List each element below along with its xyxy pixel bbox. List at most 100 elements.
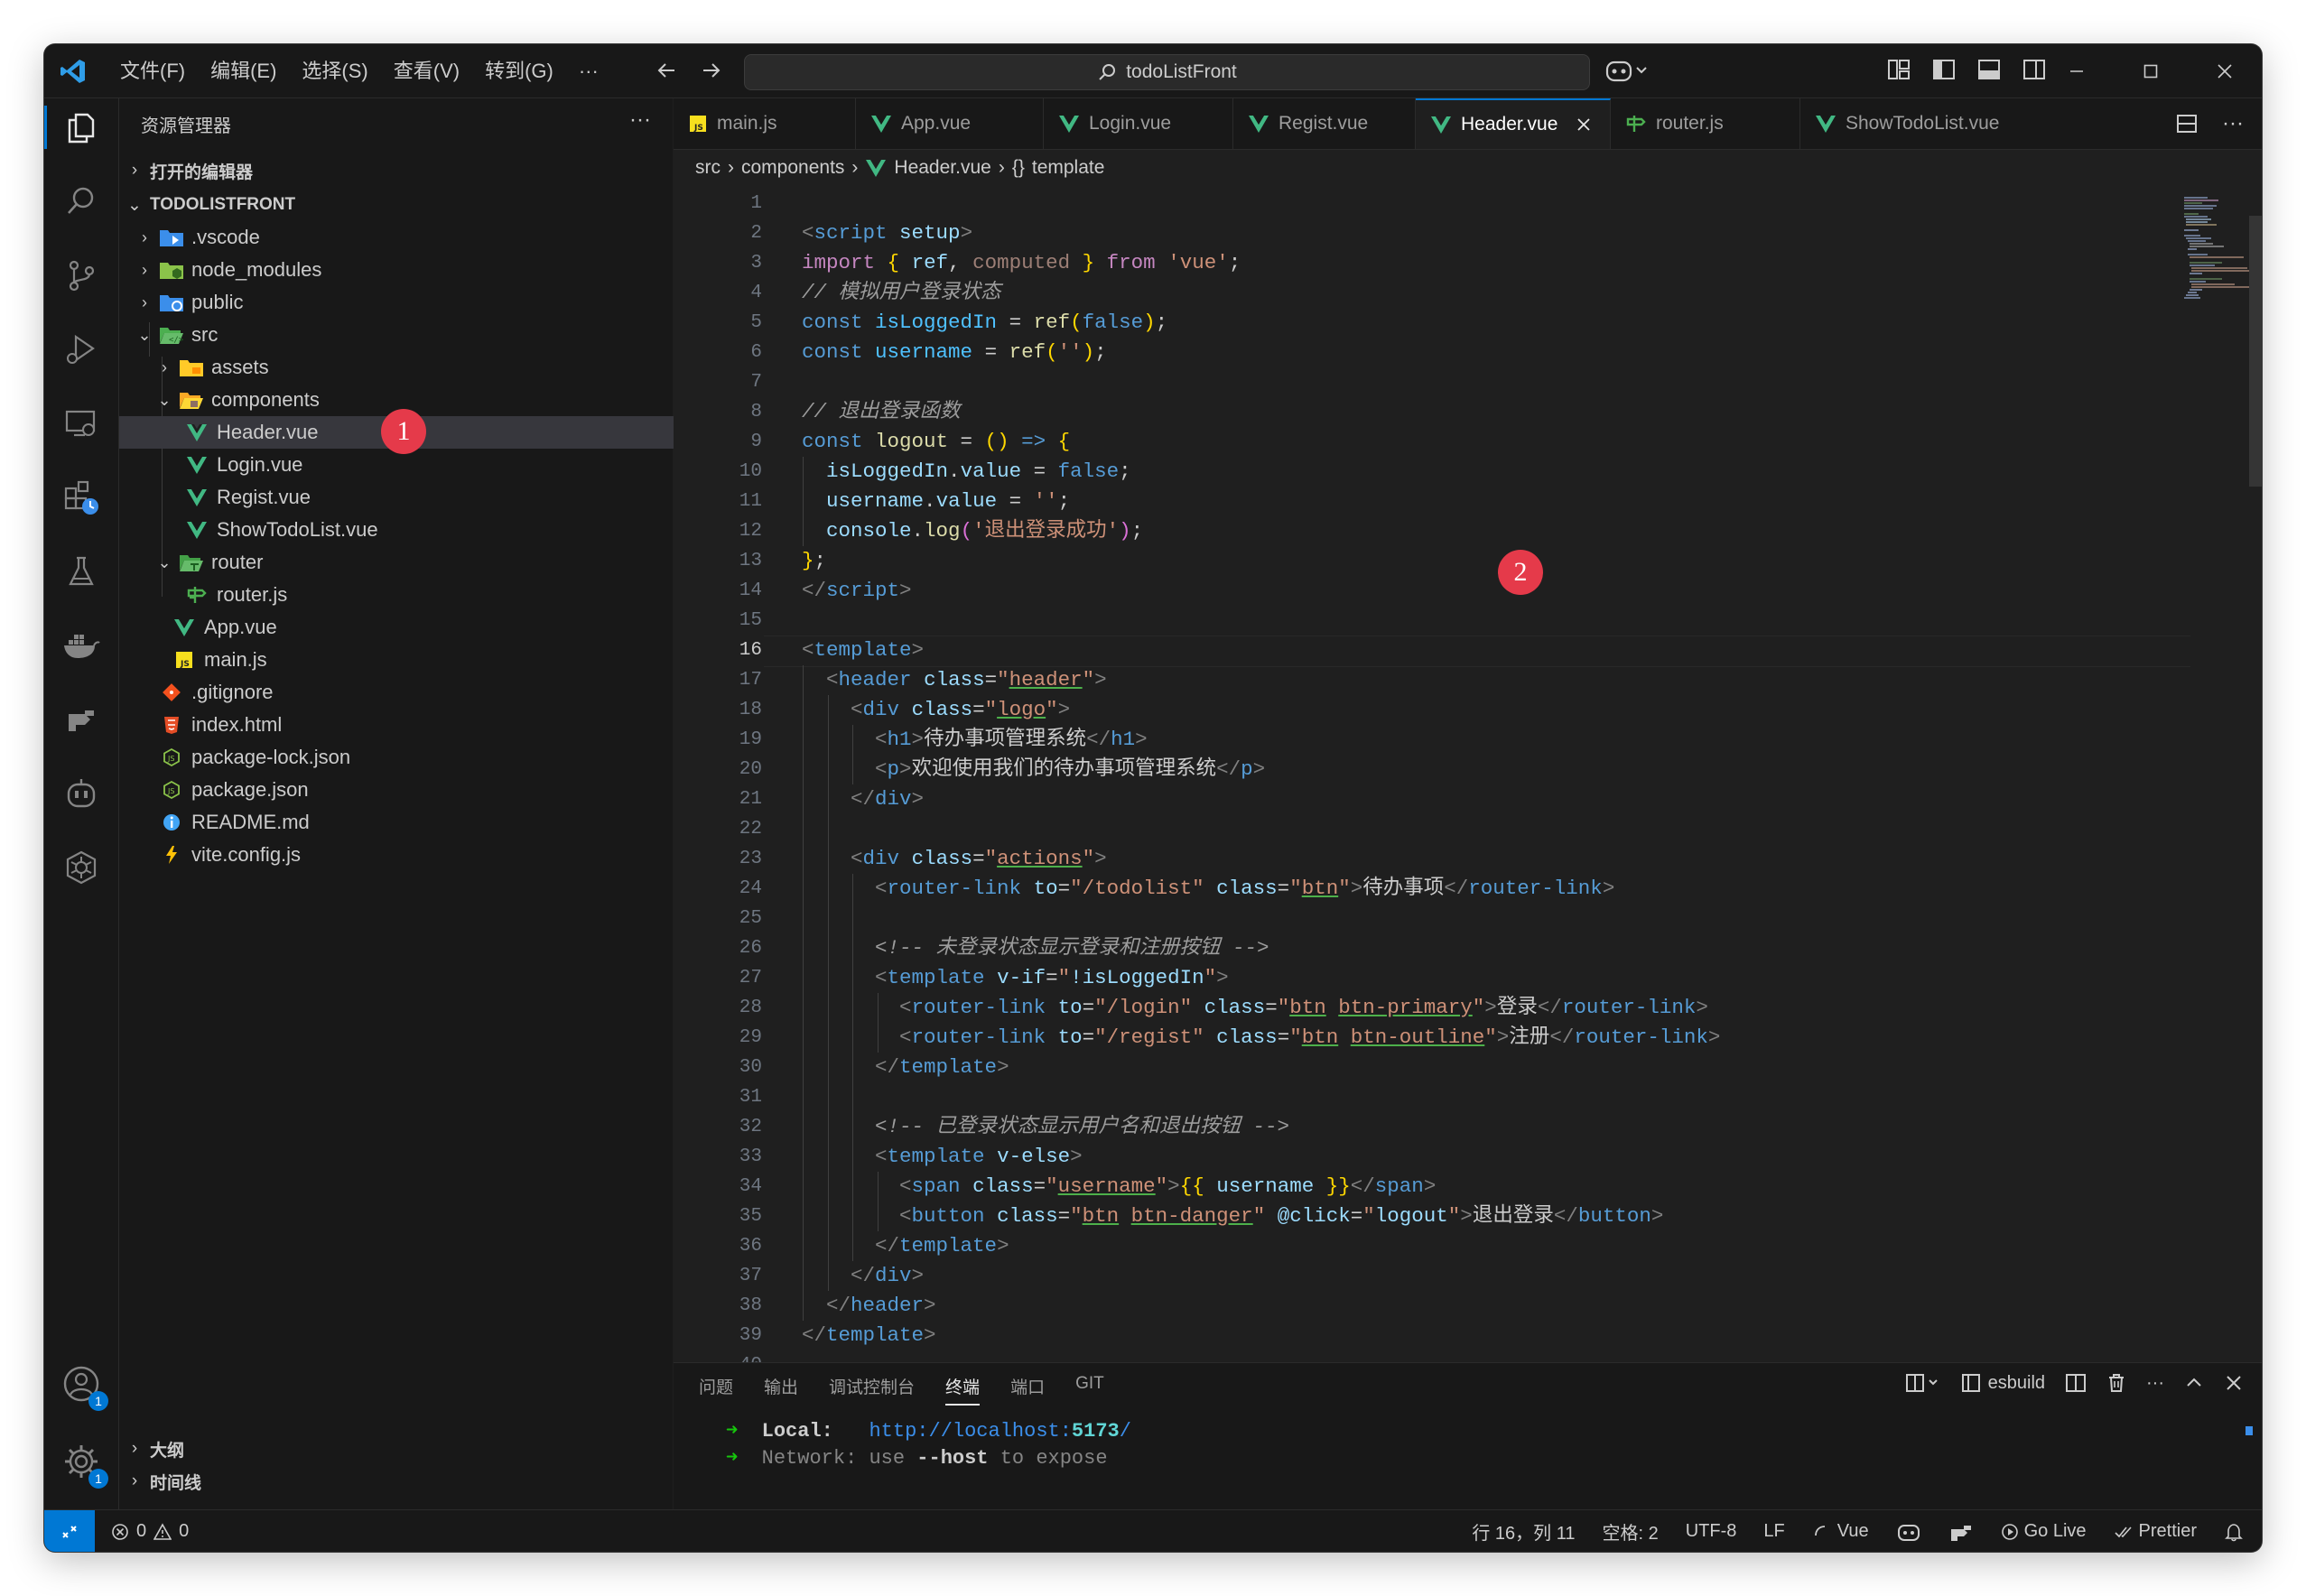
tree-item-gitignore[interactable]: .gitignore	[119, 676, 712, 709]
tree-item-main-js[interactable]: JS main.js	[119, 644, 725, 676]
line-number: 4	[750, 283, 762, 303]
window-title: todoListFront	[1126, 61, 1237, 82]
language-mode[interactable]: Vue	[1812, 1521, 1869, 1542]
tree-item-package-lock-json[interactable]: JS package-lock.json	[119, 741, 712, 774]
split-terminal-icon[interactable]	[2065, 1372, 2087, 1394]
open-editors-section[interactable]: › 打开的编辑器	[119, 154, 673, 187]
tree-item-router-js[interactable]: router.js	[119, 579, 738, 611]
tree-item-assets[interactable]: › assets	[119, 351, 709, 384]
breadcrumb-src[interactable]: src	[695, 157, 721, 179]
sidebar-more-icon[interactable]: ···	[629, 107, 651, 133]
tree-item-login-vue[interactable]: Login.vue	[119, 449, 738, 481]
remote-indicator[interactable]	[44, 1510, 95, 1552]
tree-item-vite-config-js[interactable]: vite.config.js	[119, 839, 712, 871]
run-debug-button[interactable]	[60, 328, 103, 371]
chevron-down-icon: ⌄	[157, 552, 172, 571]
live-share-icon[interactable]	[1948, 1521, 1974, 1543]
tree-item-app-vue[interactable]: App.vue	[119, 611, 725, 644]
minimap[interactable]	[2171, 189, 2262, 459]
split-editor-icon[interactable]	[2175, 112, 2199, 135]
testing-button[interactable]	[60, 550, 103, 593]
panel-tab-ports[interactable]: 端口	[1010, 1374, 1045, 1406]
indentation[interactable]: 空格: 2	[1602, 1518, 1658, 1545]
project-section[interactable]: ⌄ TODOLISTFRONT	[119, 189, 673, 221]
copilot-menu-button[interactable]	[1604, 57, 1650, 89]
panel-tab-terminal[interactable]: 终端	[945, 1374, 981, 1406]
menu-more[interactable]: ···	[566, 44, 611, 97]
menu-file[interactable]: 文件(F)	[107, 44, 198, 97]
tree-item-src[interactable]: ⌄ </> src	[119, 319, 689, 351]
minimize-button[interactable]	[2040, 44, 2114, 97]
outline-section[interactable]: › 大纲	[119, 1433, 673, 1465]
close-window-button[interactable]	[2188, 44, 2262, 97]
tab-header-vue[interactable]: Header.vue	[1416, 98, 1611, 149]
tab-login-vue[interactable]: Login.vue	[1044, 98, 1233, 149]
menu-view[interactable]: 查看(V)	[381, 44, 472, 97]
customize-layout-icon[interactable]	[1886, 57, 1911, 82]
bell-icon[interactable]	[2224, 1522, 2244, 1542]
terminal-instance-selector[interactable]: esbuild	[1961, 1373, 2045, 1394]
panel-tab-output[interactable]: 输出	[764, 1374, 798, 1406]
breadcrumb-file[interactable]: Header.vue	[894, 157, 990, 179]
breadcrumb-components[interactable]: components	[741, 157, 844, 179]
breadcrumb-symbol[interactable]: template	[1032, 157, 1105, 179]
back-arrow-icon[interactable]	[655, 57, 678, 84]
kubernetes-button[interactable]	[60, 846, 103, 889]
menu-selection[interactable]: 选择(S)	[289, 44, 380, 97]
remote-explorer-icon	[65, 410, 96, 437]
editor-scrollbar[interactable]	[2249, 216, 2262, 487]
toggle-panel-icon[interactable]	[1976, 57, 2002, 82]
tab-regist-vue[interactable]: Regist.vue	[1233, 98, 1416, 149]
copilot-chat-button[interactable]	[60, 772, 103, 815]
tree-item-regist-vue[interactable]: Regist.vue	[119, 481, 738, 514]
localhost-link[interactable]: http://localhost:5173/	[869, 1420, 1130, 1443]
live-share-button[interactable]	[60, 698, 103, 741]
copilot-icon[interactable]	[1896, 1521, 1921, 1543]
explorer-button[interactable]	[44, 106, 103, 149]
timeline-section[interactable]: › 时间线	[119, 1465, 673, 1498]
maximize-panel-icon[interactable]	[2184, 1373, 2204, 1393]
search-view-button[interactable]	[60, 180, 103, 223]
remote-explorer-button[interactable]	[60, 402, 103, 445]
more-actions-icon[interactable]: ···	[2222, 111, 2244, 136]
tree-item-package-json[interactable]: JS package.json	[119, 774, 712, 806]
menu-go[interactable]: 转到(G)	[472, 44, 566, 97]
close-panel-icon[interactable]	[2224, 1373, 2244, 1393]
tree-item-showtodolist-vue[interactable]: ShowTodoList.vue	[119, 514, 738, 546]
tree-item-router[interactable]: ⌄ router	[119, 546, 709, 579]
tree-item-header-vue[interactable]: Header.vue	[119, 416, 738, 449]
accounts-button[interactable]: 1	[60, 1362, 108, 1411]
new-terminal-layout-icon[interactable]	[1905, 1372, 1941, 1394]
panel-tab-problems[interactable]: 问题	[699, 1374, 733, 1406]
tree-item-vscode[interactable]: › .vscode	[119, 221, 689, 254]
maximize-button[interactable]	[2114, 44, 2188, 97]
panel-tab-debug-console[interactable]: 调试控制台	[829, 1374, 915, 1406]
command-center-search[interactable]: todoListFront	[744, 54, 1590, 90]
manage-button[interactable]: 1	[60, 1440, 108, 1489]
tree-item-node-modules[interactable]: › node_modules	[119, 254, 689, 286]
cursor-position[interactable]: 行 16，列 11	[1472, 1518, 1575, 1545]
tab-app-vue[interactable]: App.vue	[856, 98, 1044, 149]
docker-button[interactable]	[60, 624, 103, 667]
tree-item-public[interactable]: › public	[119, 286, 689, 319]
tree-item-index-html[interactable]: index.html	[119, 709, 712, 741]
encoding[interactable]: UTF-8	[1686, 1521, 1737, 1542]
menu-edit[interactable]: 编辑(E)	[198, 44, 289, 97]
trash-icon[interactable]	[2106, 1372, 2126, 1394]
extensions-icon	[64, 480, 98, 515]
more-actions-icon[interactable]: ···	[2146, 1373, 2164, 1394]
go-live-button[interactable]: Go Live	[2001, 1521, 2087, 1542]
prettier-status[interactable]: Prettier	[2114, 1521, 2197, 1542]
end-of-line[interactable]: LF	[1763, 1521, 1784, 1542]
source-control-button[interactable]	[60, 254, 103, 297]
tree-item-readme-md[interactable]: README.md	[119, 806, 712, 839]
panel-tab-git[interactable]: GIT	[1075, 1374, 1104, 1406]
tab-showtodolist-vue[interactable]: ShowTodoList.vue	[1800, 98, 2017, 149]
tab-router-js[interactable]: router.js	[1611, 98, 1800, 149]
forward-arrow-icon[interactable]	[700, 57, 723, 84]
extensions-button[interactable]	[60, 476, 103, 519]
toggle-primary-sidebar-icon[interactable]	[1931, 57, 1957, 82]
close-tab-icon[interactable]	[1576, 116, 1592, 133]
tab-main-js[interactable]: JS main.js	[674, 98, 856, 149]
problems-indicator[interactable]: 0 0	[111, 1510, 189, 1552]
